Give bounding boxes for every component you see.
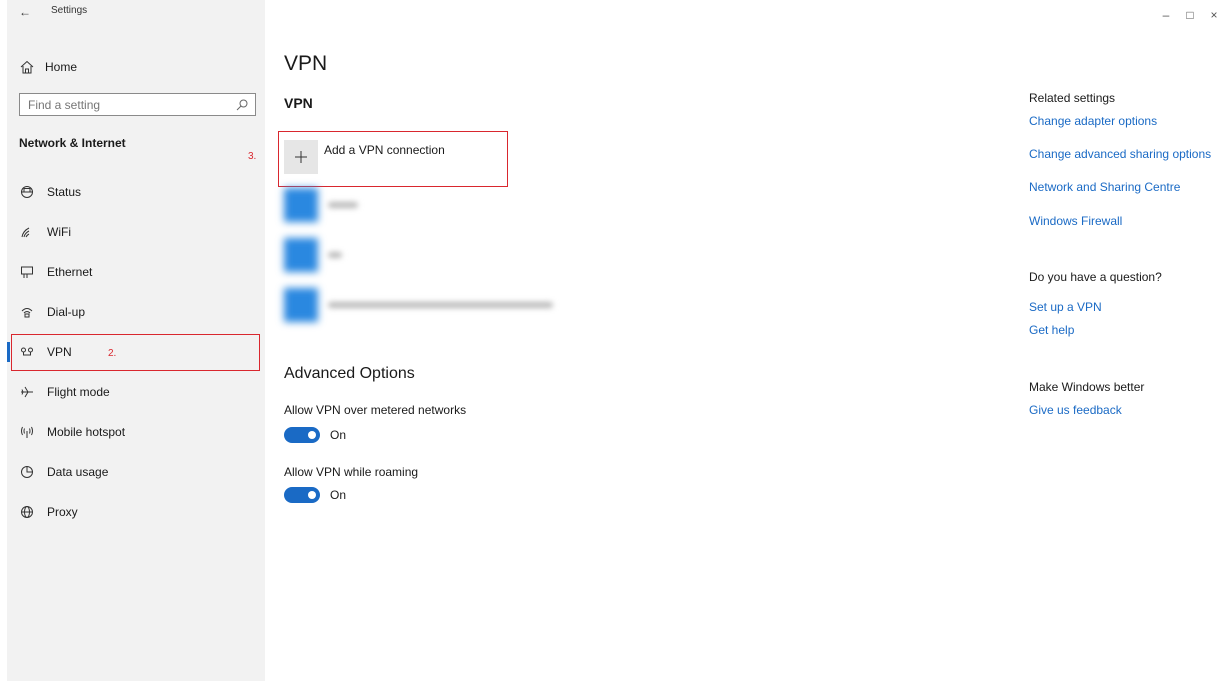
sidebar-item-label: Flight mode (47, 385, 110, 399)
sidebar-item-status[interactable]: Status (7, 172, 265, 212)
search-icon[interactable] (235, 98, 249, 112)
sidebar-item-label: Proxy (47, 505, 78, 519)
section-title: Network & Internet (19, 136, 126, 150)
sidebar-item-label: Data usage (47, 465, 109, 479)
link-network-sharing-centre[interactable]: Network and Sharing Centre (1029, 180, 1180, 194)
section-heading-vpn: VPN (284, 95, 313, 111)
link-get-help[interactable]: Get help (1029, 323, 1074, 337)
sidebar-item-proxy[interactable]: Proxy (7, 492, 265, 532)
metered-option-label: Allow VPN over metered networks (284, 403, 467, 417)
ethernet-icon (21, 266, 33, 278)
roaming-toggle-row: On (284, 487, 346, 503)
sidebar-item-label: WiFi (47, 225, 71, 239)
vpn-connection-tile (284, 288, 318, 322)
dialup-icon (21, 308, 33, 318)
vpn-highlight-box (11, 334, 260, 371)
metered-toggle-state: On (330, 428, 347, 442)
minimize-button[interactable]: – (1158, 8, 1174, 22)
redacted-text (328, 202, 358, 208)
vpn-connection-tile (284, 188, 318, 222)
search-input[interactable] (28, 97, 235, 112)
home-icon (20, 60, 34, 74)
redacted-text (328, 252, 342, 258)
link-windows-firewall[interactable]: Windows Firewall (1029, 214, 1122, 228)
sidebar-item-ethernet[interactable]: Ethernet (7, 252, 265, 292)
sidebar-item-label: Ethernet (47, 265, 93, 279)
metered-toggle[interactable] (284, 427, 320, 443)
vpn-connection-item[interactable] (284, 238, 342, 272)
search-box[interactable] (19, 93, 256, 116)
link-change-adapter-options[interactable]: Change adapter options (1029, 114, 1157, 128)
roaming-option-label: Allow VPN while roaming (284, 465, 419, 479)
link-give-feedback[interactable]: Give us feedback (1029, 403, 1122, 417)
vpn-connection-item[interactable] (284, 188, 358, 222)
vpn-connection-tile (284, 238, 318, 272)
sidebar-item-data-usage[interactable]: Data usage (7, 452, 265, 492)
link-set-up-vpn[interactable]: Set up a VPN (1029, 300, 1102, 314)
annotation-step-3: 3. (248, 151, 257, 162)
add-vpn-highlight-box (278, 131, 508, 187)
close-button[interactable]: × (1206, 8, 1222, 22)
status-icon (21, 186, 33, 198)
page-title: VPN (284, 52, 328, 75)
sidebar-item-label: Dial-up (47, 305, 86, 319)
redacted-text (328, 302, 553, 308)
wifi-icon (21, 227, 30, 238)
related-settings-heading: Related settings (1029, 91, 1116, 105)
roaming-toggle-state: On (330, 488, 347, 502)
link-change-advanced-sharing[interactable]: Change advanced sharing options (1029, 147, 1211, 161)
sidebar-item-label: Mobile hotspot (47, 425, 126, 439)
question-heading: Do you have a question? (1029, 270, 1162, 284)
home-link[interactable]: Home (19, 58, 77, 76)
vpn-connection-item[interactable] (284, 288, 553, 322)
sidebar-item-dialup[interactable]: Dial-up (7, 292, 265, 332)
hotspot-icon (21, 426, 33, 438)
sidebar-item-label: Status (47, 185, 82, 199)
window-title: Settings (51, 5, 88, 16)
feedback-heading: Make Windows better (1029, 380, 1145, 394)
back-arrow-icon[interactable]: ← (19, 5, 31, 19)
sidebar-item-flight-mode[interactable]: Flight mode (7, 372, 265, 412)
sidebar-item-mobile-hotspot[interactable]: Mobile hotspot (7, 412, 265, 452)
toggle-knob (308, 431, 316, 439)
home-label: Home (45, 60, 78, 74)
metered-toggle-row: On (284, 427, 346, 443)
globe-icon (21, 506, 33, 518)
advanced-options-heading: Advanced Options (284, 365, 415, 382)
roaming-toggle[interactable] (284, 487, 320, 503)
data-usage-icon (21, 466, 33, 478)
airplane-icon (21, 386, 33, 398)
toggle-knob (308, 491, 316, 499)
restore-button[interactable]: □ (1182, 8, 1198, 22)
sidebar-item-wifi[interactable]: WiFi (7, 212, 265, 252)
annotation-step-2: 2. (108, 348, 117, 359)
